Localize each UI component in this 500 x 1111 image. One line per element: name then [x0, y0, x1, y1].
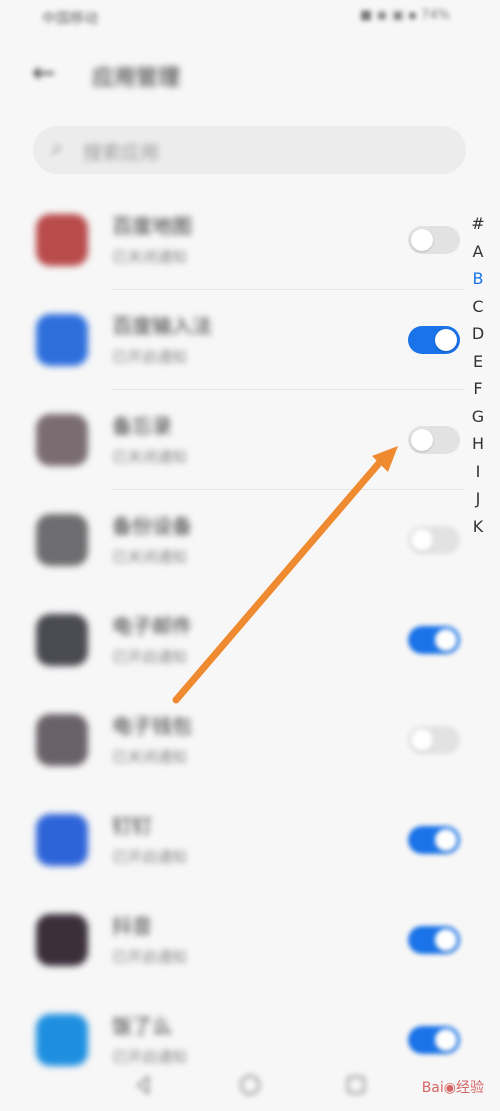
notification-toggle[interactable] — [408, 226, 460, 254]
app-name: 钉钉 — [112, 814, 152, 838]
app-name: 百度地图 — [112, 214, 192, 238]
dingtalk-icon — [36, 814, 88, 866]
app-name: 饭了么 — [112, 1014, 172, 1038]
app-row[interactable]: 电子邮件 已开启通知 — [0, 590, 500, 690]
app-row[interactable]: 钉钉 已开启通知 — [0, 790, 500, 890]
home-icon[interactable] — [238, 1073, 262, 1097]
app-row[interactable]: 备忘录 已关闭通知 — [0, 390, 500, 490]
notification-toggle[interactable] — [408, 726, 460, 754]
header: ← 应用管理 — [0, 50, 500, 100]
map-icon — [36, 214, 88, 266]
index-letter[interactable]: C — [466, 293, 490, 321]
notification-toggle[interactable] — [408, 526, 460, 554]
search-icon: ⌕ — [51, 136, 64, 161]
keyboard-icon — [36, 314, 88, 366]
notification-toggle[interactable] — [408, 426, 460, 454]
app-name: 备忘录 — [112, 414, 172, 438]
app-name: 百度输入法 — [112, 314, 212, 338]
notification-toggle[interactable] — [408, 926, 460, 954]
notification-toggle[interactable] — [408, 626, 460, 654]
status-bar: 中国移动 ■ ◉ ▣ ▪ 74% — [0, 6, 500, 32]
toggle-knob — [435, 1029, 457, 1051]
index-letter[interactable]: # — [466, 210, 490, 238]
app-row[interactable]: 抖音 已开启通知 — [0, 890, 500, 990]
app-list: 百度地图 已关闭通知 百度输入法 已开启通知 备忘录 已关闭通知 备份设备 已关闭通知 电子邮件… — [0, 190, 500, 1090]
mail-icon — [36, 614, 88, 666]
backup-icon — [36, 514, 88, 566]
wallet-icon — [36, 714, 88, 766]
alphabet-index[interactable]: # A B C D E F G H I J K — [466, 210, 490, 540]
index-letter[interactable]: E — [466, 348, 490, 376]
toggle-knob — [411, 729, 433, 751]
toggle-knob — [435, 829, 457, 851]
index-letter[interactable]: A — [466, 238, 490, 266]
app-row[interactable]: 百度输入法已开启通知 — [0, 290, 500, 390]
index-letter[interactable]: J — [466, 485, 490, 513]
app-notification-status: 已关闭通知 — [112, 748, 188, 766]
toggle-knob — [435, 329, 457, 351]
notes-icon — [36, 414, 88, 466]
back-icon[interactable] — [132, 1073, 156, 1097]
tiktok-icon — [36, 914, 88, 966]
food-icon — [36, 1014, 88, 1066]
index-letter[interactable]: F — [466, 375, 490, 403]
app-name: 电子邮件 — [112, 614, 192, 638]
toggle-knob — [411, 529, 433, 551]
recent-icon[interactable] — [344, 1073, 368, 1097]
search-input[interactable]: 搜索应用 — [83, 138, 159, 165]
index-letter[interactable]: I — [466, 458, 490, 486]
page-title: 应用管理 — [92, 66, 181, 91]
toggle-knob — [435, 629, 457, 651]
app-name: 备份设备 — [112, 514, 192, 538]
app-notification-status: 已开启通知 — [112, 848, 188, 866]
search-bar[interactable]: ⌕ 搜索应用 — [33, 126, 466, 174]
app-row[interactable]: 备份设备 已关闭通知 — [0, 490, 500, 590]
toggle-knob — [411, 429, 433, 451]
toggle-knob — [435, 929, 457, 951]
app-row[interactable]: 百度地图 已关闭通知 — [0, 190, 500, 290]
app-notification-status: 已关闭通知 — [112, 248, 188, 266]
app-notification-status: 已关闭通知 — [112, 448, 188, 466]
index-letter[interactable]: G — [466, 403, 490, 431]
back-arrow-icon[interactable]: ← — [32, 56, 55, 89]
status-icons: ■ ◉ ▣ ▪ 74% — [359, 8, 450, 23]
app-notification-status: 已关闭通知 — [112, 548, 188, 566]
index-letter[interactable]: H — [466, 430, 490, 458]
index-letter[interactable]: B — [466, 265, 490, 293]
app-row[interactable]: 电子钱包 已关闭通知 — [0, 690, 500, 790]
toggle-knob — [411, 229, 433, 251]
app-notification-status: 已开启通知 — [112, 648, 188, 666]
index-letter[interactable]: D — [466, 320, 490, 348]
carrier-text: 中国移动 — [42, 11, 98, 27]
index-letter[interactable]: K — [466, 513, 490, 541]
app-notification-status: 已开启通知 — [112, 948, 188, 966]
notification-toggle[interactable] — [408, 826, 460, 854]
watermark: Bai◉经验 — [421, 1080, 484, 1096]
app-name: 抖音 — [112, 914, 152, 938]
app-notification-status: 已开启通知 — [112, 348, 188, 366]
app-name: 电子钱包 — [112, 714, 192, 738]
notification-toggle[interactable] — [408, 326, 460, 354]
notification-toggle[interactable] — [408, 1026, 460, 1054]
